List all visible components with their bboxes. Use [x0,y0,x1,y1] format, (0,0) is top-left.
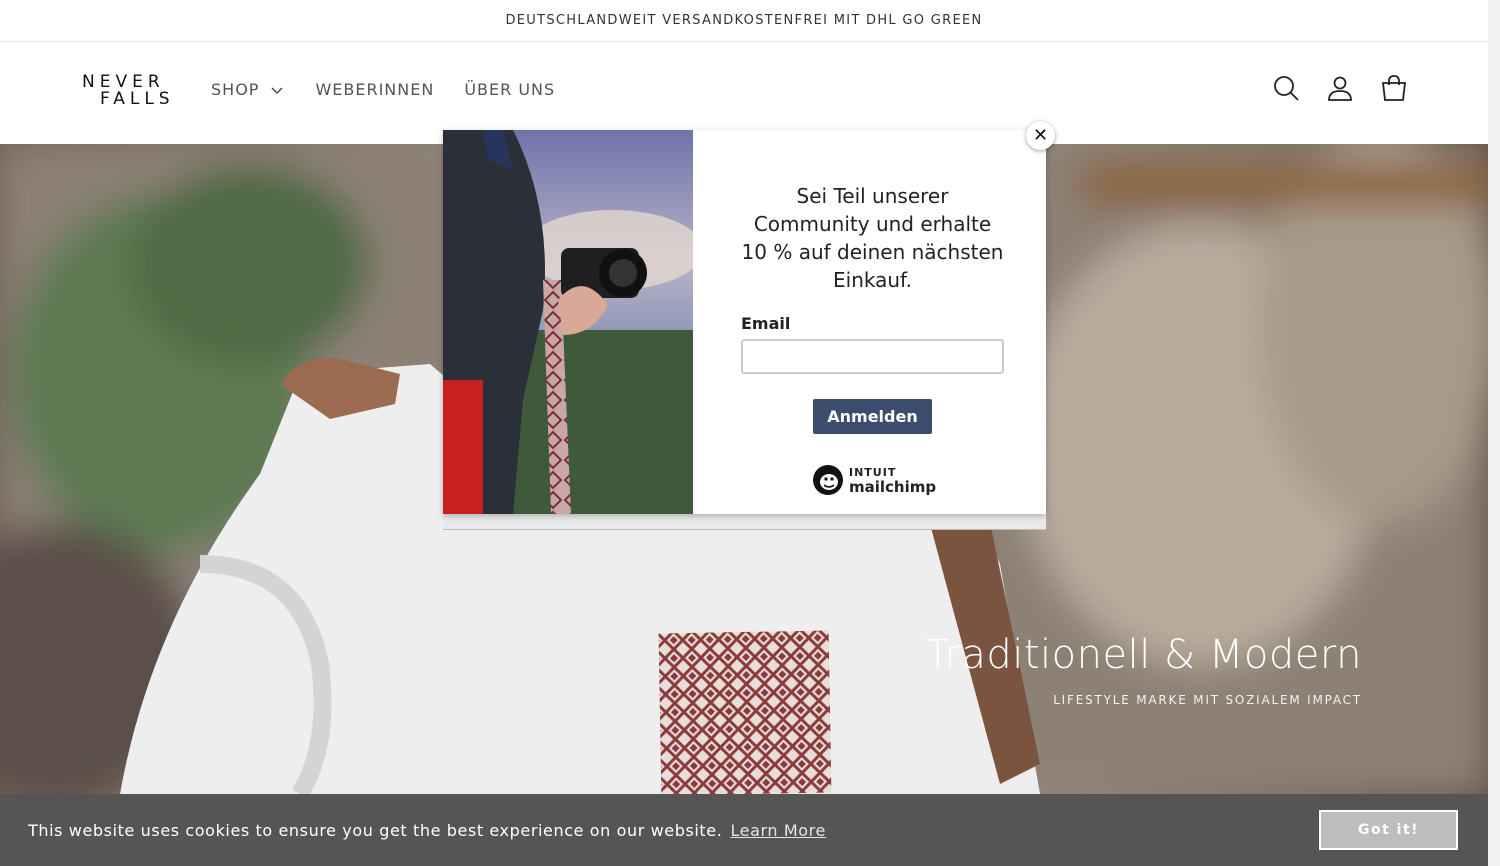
chevron-down-icon [271,87,283,94]
cookie-banner: This website uses cookies to ensure you … [0,794,1488,866]
subscribe-button[interactable]: Anmelden [813,399,932,434]
close-icon: ✕ [1032,125,1049,146]
email-label: Email [741,314,791,333]
camera-strap-photo [443,130,693,514]
popup-image [443,130,693,514]
site-header: NEVER FALLS SHOP WEBERINNEN ÜBER UNS [0,42,1488,144]
account-icon[interactable] [1326,74,1354,102]
logo-line-2: FALLS [100,89,175,109]
nav-label-weberinnen: WEBERINNEN [315,80,435,99]
announcement-text: DEUTSCHLANDWEIT VERSANDKOSTENFREI MIT DH… [505,13,983,28]
nav-item-weberinnen[interactable]: WEBERINNEN [315,80,434,99]
mailchimp-brand-line-2: mailchimp [849,478,937,496]
mailchimp-logo[interactable]: INTUIT mailchimp [811,463,936,497]
announcement-bar: DEUTSCHLANDWEIT VERSANDKOSTENFREI MIT DH… [0,0,1488,42]
email-field[interactable] [741,339,1004,374]
cookie-learn-more-link[interactable]: Learn More [730,821,825,840]
cart-icon[interactable] [1380,74,1408,102]
newsletter-popup: Sei Teil unserer Community und erhalte 1… [443,130,1046,514]
popup-footer-strip [443,514,1046,530]
popup-body: Sei Teil unserer Community und erhalte 1… [693,130,1046,514]
popup-close-button[interactable]: ✕ [1026,121,1055,150]
cookie-accept-button[interactable]: Got it! [1319,810,1458,850]
hero-subtitle: LIFESTYLE MARKE MIT SOZIALEM IMPACT [1053,693,1362,707]
search-icon[interactable] [1272,74,1300,102]
nav-item-ueber-uns[interactable]: ÜBER UNS [464,80,555,99]
main-nav: SHOP WEBERINNEN ÜBER UNS [211,80,555,99]
hero-title: Traditionell & Modern [925,632,1362,678]
header-icons [1272,74,1408,102]
popup-message: Sei Teil unserer Community und erhalte 1… [741,184,1004,292]
mailchimp-freddie-icon [813,465,843,495]
never-falls-logo[interactable]: NEVER FALLS [82,74,175,109]
scrollbar[interactable] [1488,0,1500,866]
nav-label-shop: SHOP [211,80,260,99]
nav-item-shop[interactable]: SHOP [211,80,285,99]
cookie-message: This website uses cookies to ensure you … [28,820,723,840]
nav-label-ueber-uns: ÜBER UNS [464,80,556,99]
